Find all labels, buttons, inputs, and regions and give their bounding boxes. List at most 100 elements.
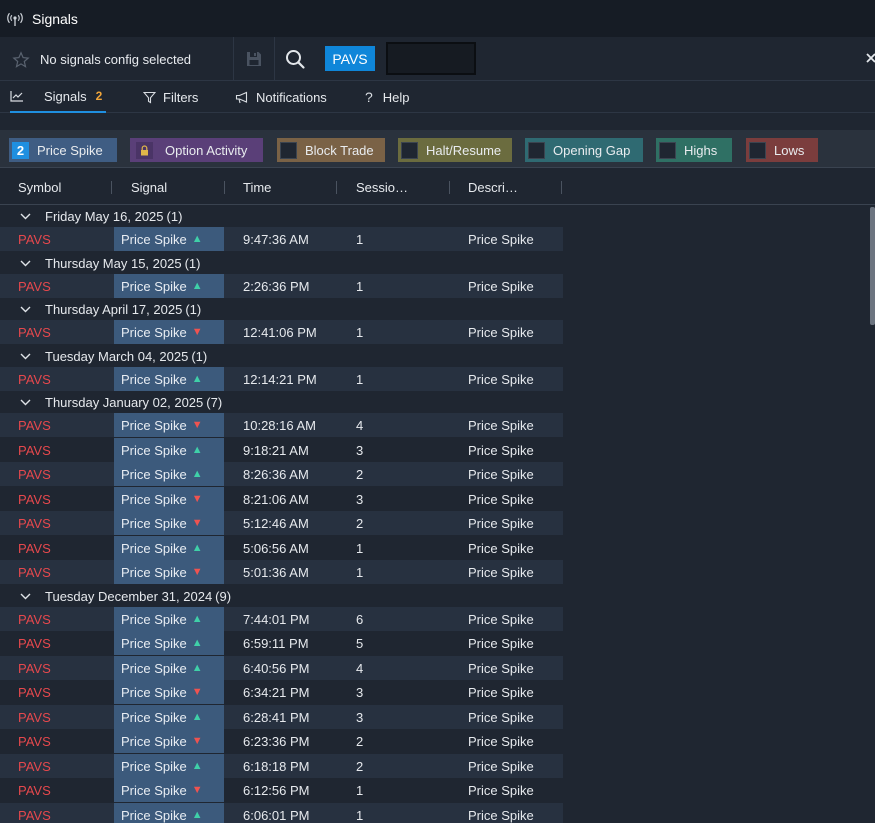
time-cell: 5:01:36 AM <box>243 565 309 580</box>
tab-filters[interactable]: Filters <box>143 81 198 113</box>
column-divider[interactable] <box>336 181 337 194</box>
column-divider[interactable] <box>111 181 112 194</box>
group-row[interactable]: Friday May 16, 2025 (1) <box>0 205 563 227</box>
session-cell: 1 <box>356 325 364 340</box>
table-row[interactable]: PAVS Price Spike ▲ 2:26:36 PM 1 Price Spike <box>0 274 563 298</box>
column-header-session[interactable]: Sessio… <box>356 170 408 205</box>
table-row[interactable]: PAVS Price Spike ▼ 10:28:16 AM 4 Price Spike <box>0 413 563 437</box>
chip-opening-gap[interactable]: Opening Gap <box>525 138 643 162</box>
arrow-down-icon: ▼ <box>191 493 203 505</box>
signal-cell: Price Spike ▼ <box>114 778 224 802</box>
session-cell: 1 <box>356 541 364 556</box>
megaphone-icon <box>235 91 248 103</box>
description-cell: Price Spike <box>468 783 534 798</box>
arrow-down-icon: ▼ <box>191 735 203 747</box>
config-label: No signals config selected <box>40 52 192 67</box>
time-cell: 7:44:01 PM <box>243 612 310 627</box>
column-divider[interactable] <box>449 181 450 194</box>
table-row[interactable]: PAVS Price Spike ▼ 6:23:36 PM 2 Price Spike <box>0 729 563 753</box>
session-cell: 4 <box>356 418 364 433</box>
session-cell: 1 <box>356 279 364 294</box>
session-cell: 3 <box>356 492 364 507</box>
arrow-down-icon: ▼ <box>191 517 203 529</box>
tab-notifications[interactable]: Notifications <box>235 81 327 113</box>
chip-lows[interactable]: Lows <box>746 138 818 162</box>
chip-price-spike[interactable]: 2 Price Spike <box>9 138 117 162</box>
close-icon[interactable] <box>864 48 875 68</box>
signal-cell: Price Spike ▲ <box>114 607 224 631</box>
table-row[interactable]: PAVS Price Spike ▲ 6:18:18 PM 2 Price Spike <box>0 754 563 778</box>
column-header-symbol[interactable]: Symbol <box>18 170 61 205</box>
group-count: (1) <box>185 301 202 317</box>
table-row[interactable]: PAVS Price Spike ▲ 6:40:56 PM 4 Price Spike <box>0 656 563 680</box>
table-row[interactable]: PAVS Price Spike ▼ 5:01:36 AM 1 Price Spike <box>0 560 563 584</box>
signal-label: Price Spike <box>121 611 187 627</box>
group-count: (1) <box>166 208 183 224</box>
group-row[interactable]: Tuesday March 04, 2025 (1) <box>0 345 563 367</box>
symbol-cell: PAVS <box>18 685 51 700</box>
group-row[interactable]: Thursday January 02, 2025 (7) <box>0 391 563 413</box>
column-divider[interactable] <box>561 181 562 194</box>
table-row[interactable]: PAVS Price Spike ▲ 8:26:36 AM 2 Price Spike <box>0 462 563 486</box>
column-header-description[interactable]: Descri… <box>468 170 518 205</box>
description-cell: Price Spike <box>468 808 534 823</box>
table-row[interactable]: PAVS Price Spike ▼ 6:12:56 PM 1 Price Spike <box>0 778 563 802</box>
table-row[interactable]: PAVS Price Spike ▲ 6:06:01 PM 1 Price Spike <box>0 803 563 823</box>
signal-cell: Price Spike ▼ <box>114 413 224 437</box>
description-cell: Price Spike <box>468 418 534 433</box>
scrollbar-thumb[interactable] <box>870 207 875 325</box>
table-row[interactable]: PAVS Price Spike ▼ 8:21:06 AM 3 Price Spike <box>0 487 563 511</box>
group-date: Thursday May 15, 2025 <box>45 255 182 271</box>
chip-option-activity[interactable]: Option Activity <box>130 138 263 162</box>
table-row[interactable]: PAVS Price Spike ▲ 5:06:56 AM 1 Price Spike <box>0 536 563 560</box>
column-header-signal[interactable]: Signal <box>131 170 167 205</box>
chip-block-trade[interactable]: Block Trade <box>277 138 385 162</box>
table-row[interactable]: PAVS Price Spike ▲ 9:18:21 AM 3 Price Spike <box>0 438 563 462</box>
signal-cell: Price Spike ▼ <box>114 560 224 584</box>
description-cell: Price Spike <box>468 636 534 651</box>
star-icon[interactable] <box>12 51 30 69</box>
signal-cell: Price Spike ▲ <box>114 631 224 655</box>
tab-bar: Signals 2 Filters Notifications ? Help <box>0 81 875 113</box>
title-bar: Signals <box>0 0 875 37</box>
symbol-cell: PAVS <box>18 565 51 580</box>
table-row[interactable]: PAVS Price Spike ▼ 5:12:46 AM 2 Price Spike <box>0 511 563 535</box>
chip-highs[interactable]: Highs <box>656 138 732 162</box>
group-count: (1) <box>184 255 201 271</box>
column-header-time[interactable]: Time <box>243 170 271 205</box>
chevron-down-icon <box>20 260 31 266</box>
group-row[interactable]: Thursday April 17, 2025 (1) <box>0 298 563 320</box>
question-icon: ? <box>365 89 373 105</box>
save-button[interactable] <box>233 37 275 81</box>
table-row[interactable]: PAVS Price Spike ▲ 6:28:41 PM 3 Price Spike <box>0 705 563 729</box>
table-row[interactable]: PAVS Price Spike ▲ 9:47:36 AM 1 Price Spike <box>0 227 563 251</box>
group-date: Tuesday December 31, 2024 <box>45 588 213 604</box>
symbol-input[interactable] <box>386 42 476 75</box>
table-row[interactable]: PAVS Price Spike ▲ 6:59:11 PM 5 Price Spike <box>0 631 563 655</box>
time-cell: 10:28:16 AM <box>243 418 316 433</box>
tab-signals[interactable]: Signals 2 <box>10 81 107 113</box>
description-cell: Price Spike <box>468 661 534 676</box>
arrow-down-icon: ▼ <box>191 419 203 431</box>
group-row[interactable]: Thursday May 15, 2025 (1) <box>0 252 563 274</box>
symbol-cell: PAVS <box>18 710 51 725</box>
column-divider[interactable] <box>224 181 225 194</box>
table-row[interactable]: PAVS Price Spike ▼ 6:34:21 PM 3 Price Spike <box>0 680 563 704</box>
chevron-down-icon <box>20 399 31 405</box>
search-icon[interactable] <box>284 48 306 70</box>
session-cell: 1 <box>356 232 364 247</box>
arrow-up-icon: ▲ <box>191 233 203 245</box>
symbol-chip[interactable]: PAVS <box>325 46 375 71</box>
table-row[interactable]: PAVS Price Spike ▲ 7:44:01 PM 6 Price Spike <box>0 607 563 631</box>
arrow-up-icon: ▲ <box>191 280 203 292</box>
lock-icon <box>136 141 153 159</box>
group-row[interactable]: Tuesday December 31, 2024 (9) <box>0 585 563 607</box>
table-row[interactable]: PAVS Price Spike ▼ 12:41:06 PM 1 Price Spike <box>0 320 563 344</box>
symbol-cell: PAVS <box>18 467 51 482</box>
table-row[interactable]: PAVS Price Spike ▲ 12:14:21 PM 1 Price Spike <box>0 367 563 391</box>
tab-help[interactable]: ? Help <box>365 81 410 113</box>
arrow-up-icon: ▲ <box>191 809 203 821</box>
session-cell: 1 <box>356 808 364 823</box>
signal-cell: Price Spike ▲ <box>114 705 224 729</box>
chip-halt-resume[interactable]: Halt/Resume <box>398 138 512 162</box>
